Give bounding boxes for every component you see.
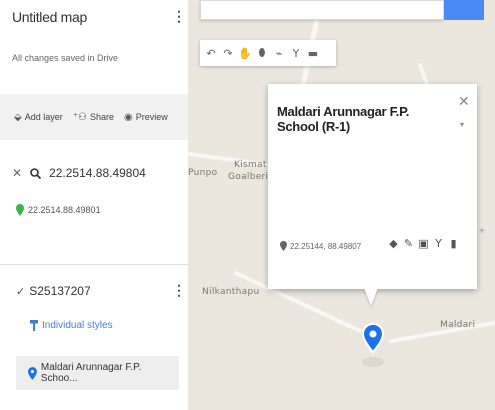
zoom-control[interactable]: + [479,226,485,237]
blue-pin-icon [28,366,37,380]
add-layer-label: Add layer [24,112,63,122]
more-vert-icon[interactable]: ▾ [460,120,464,129]
place-label: Punpo [188,168,218,178]
map-search-input[interactable] [200,0,444,20]
marker-icon[interactable]: ⬮ [254,43,270,63]
share-button[interactable]: ⁺⚇ Share [73,112,114,123]
edit-icon[interactable]: ✎ [403,236,414,250]
share-icon: ⁺⚇ [72,111,87,123]
popup-actions: ◆ ✎ ▣ Y ▮ [388,236,459,250]
redo-icon[interactable]: ↷ [220,43,236,63]
camera-icon[interactable]: ▣ [418,236,429,250]
ruler-icon[interactable]: ▬ [305,43,321,63]
place-label: Nilkanthapu [202,287,260,297]
green-pin-icon [16,204,24,216]
popup-title: Maldari Arunnagar F.P. School (R-1) [277,104,410,134]
style-label: Individual styles [42,320,113,331]
undo-icon[interactable]: ↶ [203,43,219,63]
search-icon [30,167,42,179]
more-vert-icon[interactable]: ⋮ [172,8,186,25]
popup-pointer [364,288,378,306]
search-result-header: ✕ 22.2514.88.49804 [12,166,146,180]
close-icon[interactable]: ✕ [12,166,22,180]
place-label: Maldari [440,320,476,330]
search-query: 22.2514.88.49804 [49,166,146,180]
preview-label: Preview [135,112,168,122]
save-status: All changes saved in Drive [12,53,119,63]
close-icon[interactable]: ✕ [458,94,470,110]
paint-roller-icon [30,320,38,331]
hand-icon[interactable]: ✋ [237,43,253,63]
more-vert-icon[interactable]: ⋮ [172,282,186,299]
preview-icon: ◉ [124,111,133,123]
preview-button[interactable]: ◉ Preview [124,112,168,123]
filter-icon[interactable]: Y [288,43,304,63]
map-marker-icon[interactable] [360,322,386,368]
divider [0,264,188,265]
layer-feature-item[interactable]: Maldari Arunnagar F.P. Schoo... [16,356,179,390]
directions-icon[interactable]: Y [433,236,444,250]
layer-style-link[interactable]: Individual styles [30,320,113,331]
layers-panel: Untitled map ⋮ All changes saved in Driv… [0,0,188,410]
location-pin-icon [280,241,287,251]
delete-icon[interactable]: ▮ [448,236,459,250]
line-icon[interactable]: ⌁ [271,43,287,63]
coordinates-text: 22.25144, 88.49807 [290,241,362,251]
popup-coordinates: 22.25144, 88.49807 [280,241,361,251]
add-layer-icon: ⬙ [14,111,22,123]
map-search-button[interactable] [444,0,484,20]
search-result-item[interactable]: 22.2514.88.49801 [16,204,101,216]
feature-label: Maldari Arunnagar F.P. Schoo... [40,362,142,384]
paint-icon[interactable]: ◆ [388,236,399,250]
layer-name[interactable]: S25137207 [29,284,90,298]
place-label: Kismat [234,160,267,170]
map-toolbar: ↶ ↷ ✋ ⬮ ⌁ Y ▬ [200,40,336,66]
search-result-text: 22.2514.88.49801 [28,205,101,215]
layer-checkbox[interactable]: ✓ [16,285,25,298]
map-title[interactable]: Untitled map [12,9,87,25]
layer-header: ✓ S25137207 [16,284,91,298]
share-label: Share [89,112,115,122]
action-bar: ⬙ Add layer ⁺⚇ Share ◉ Preview [0,94,188,140]
add-layer-button[interactable]: ⬙ Add layer [14,112,63,123]
